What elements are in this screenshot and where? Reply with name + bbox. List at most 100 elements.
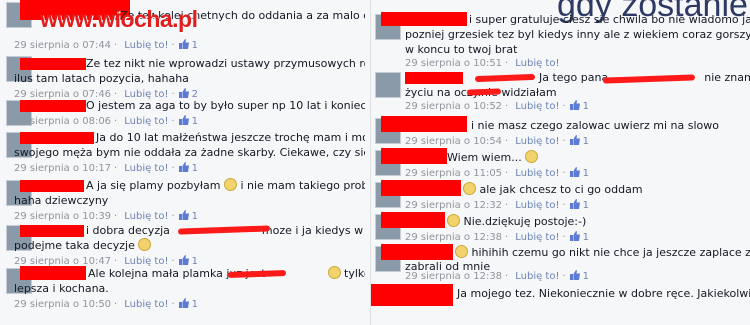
- like-count[interactable]: 1: [192, 116, 198, 127]
- like-button[interactable]: Lubię to!: [515, 271, 559, 282]
- thumbs-up-icon: [569, 100, 580, 110]
- comment-item: A ja się plamy pozbyłam i nie mam takieg…: [0, 178, 365, 223]
- comment-timestamp[interactable]: 29 sierpnia o 10:50: [14, 299, 111, 310]
- like-count[interactable]: 1: [192, 299, 198, 310]
- comment-text: hihihih czemu go nikt nie chce ja jeszcz…: [455, 245, 750, 260]
- comment-text-part: podejme taka decyzje: [14, 239, 135, 252]
- comment-text: O jestem za aga to by było super np 10 l…: [86, 99, 365, 112]
- comment-meta: 29 sierpnia o 12:38 · Lubię to! · 1: [405, 269, 589, 282]
- like-button[interactable]: Lubię to!: [515, 168, 559, 179]
- comment-timestamp[interactable]: 29 sierpnia o 12:38: [405, 271, 502, 282]
- like-button[interactable]: Lubię to!: [515, 232, 559, 243]
- comment-item: i nie masz czego zalowac uwierz mi na sl…: [371, 116, 750, 147]
- comment-timestamp[interactable]: 29 sierpnia o 11:05: [405, 168, 502, 179]
- separator: ·: [562, 232, 566, 243]
- redacted-author-name: [20, 132, 94, 144]
- comment-text-part: hihihih czemu go nikt nie chce ja jeszcz…: [471, 246, 750, 259]
- separator: ·: [114, 299, 118, 310]
- like-count[interactable]: 1: [583, 200, 589, 211]
- redacted-author-name: [371, 284, 453, 306]
- comment-meta: 29 sierpnia o 10:51 · Lubię to!: [405, 58, 559, 69]
- comment-meta: 29 sierpnia o 11:05 · Lubię to! · 1: [405, 166, 589, 179]
- comment-text-part: ale jak chcesz to ci go oddam: [479, 183, 643, 196]
- comment-timestamp[interactable]: 29 sierpnia o 10:51: [405, 58, 502, 69]
- comment-text-part: A ja się plamy pozbyłam: [86, 179, 221, 192]
- comment-text: podejme taka decyzje: [14, 238, 152, 253]
- comment-text-part: tylko: [344, 267, 365, 280]
- comment-text: lepsza i kochana.: [14, 282, 109, 295]
- thumbs-up-icon: [178, 210, 189, 220]
- avatar[interactable]: [375, 72, 401, 98]
- separator: ·: [171, 299, 175, 310]
- separator: ·: [505, 101, 509, 112]
- comment-timestamp[interactable]: 29 sierpnia o 10:52: [405, 101, 502, 112]
- redaction-scribble: [474, 73, 536, 83]
- comment-text: pozniej grzesiek tez byl kiedys inny ale…: [405, 28, 750, 41]
- like-button[interactable]: Lubię to!: [124, 211, 168, 222]
- comment-timestamp[interactable]: 29 sierpnia o 10:17: [14, 163, 111, 174]
- comment-meta: 29 sierpnia o 10:50 · Lubię to! · 1: [14, 297, 198, 310]
- separator: ·: [171, 163, 175, 174]
- comment-meta: 29 sierpnia o 10:39 · Lubię to! · 1: [14, 209, 198, 222]
- like-count[interactable]: 1: [583, 101, 589, 112]
- like-count[interactable]: 1: [583, 136, 589, 147]
- comment-meta: 29 sierpnia o 10:54 · Lubię to! · 1: [405, 134, 589, 147]
- separator: ·: [505, 200, 509, 211]
- comment-item: Nie.dziękuję postoje:-) 29 sierpnia o 12…: [371, 212, 750, 243]
- comment-timestamp[interactable]: 29 sierpnia o 12:32: [405, 200, 502, 211]
- comment-meta: 29 sierpnia o 10:17 · Lubię to! · 1: [14, 161, 198, 174]
- like-count[interactable]: 1: [583, 232, 589, 243]
- right-comment-column: gdy zostanie ona sama ze soba. Ja wolę ż…: [370, 0, 750, 325]
- like-count[interactable]: 1: [192, 211, 198, 222]
- smile-emoji-icon: [525, 150, 539, 163]
- comment-timestamp[interactable]: 29 sierpnia o 10:39: [14, 211, 111, 222]
- comment-text: Ale kolejna mała plamka juz jest tylko: [88, 266, 365, 281]
- comment-meta: 29 sierpnia o 08:06 · Lubię to! · 1: [14, 114, 198, 127]
- comment-timestamp[interactable]: 29 sierpnia o 08:06: [14, 116, 111, 127]
- smile-emoji-icon: [327, 266, 341, 279]
- like-button[interactable]: Lubię to!: [124, 163, 168, 174]
- thumbs-up-icon: [178, 298, 189, 308]
- comment-item: Ze tez nikt nie wprowadzi ustawy przymus…: [0, 50, 365, 100]
- comment-text: Ja do 10 lat małżeństwa jeszcze trochę m…: [96, 131, 365, 144]
- separator: ·: [562, 168, 566, 179]
- separator: ·: [171, 211, 175, 222]
- separator: ·: [505, 58, 509, 69]
- comment-text-part: i dobra decyzja: [86, 224, 170, 237]
- comment-item: Ja mojego tez. Niekoniecznie w dobre ręc…: [371, 284, 750, 325]
- comment-text: ale jak chcesz to ci go oddam: [463, 182, 643, 197]
- comment-text-part: moze i ja kiedys w koncu: [261, 224, 365, 237]
- comment-text: Ja mojego tez. Niekoniecznie w dobre ręc…: [457, 287, 750, 300]
- redacted-author-name: [381, 180, 461, 196]
- like-count[interactable]: 1: [583, 271, 589, 282]
- comment-text: w koncu to twoj brat: [405, 43, 518, 56]
- separator: ·: [505, 271, 509, 282]
- comment-item: Ja do 10 lat małżeństwa jeszcze trochę m…: [0, 130, 365, 178]
- comment-meta: 29 sierpnia o 12:32 · Lubię to! · 1: [405, 198, 589, 211]
- comment-timestamp[interactable]: 29 sierpnia o 12:38: [405, 232, 502, 243]
- comment-text-part: Ja tego pana: [539, 71, 609, 84]
- redacted-author-name: [20, 225, 84, 237]
- like-button[interactable]: Lubię to!: [515, 200, 559, 211]
- separator: ·: [562, 101, 566, 112]
- thumbs-up-icon: [569, 270, 580, 280]
- comment-item: O jestem za aga to by było super np 10 l…: [0, 98, 365, 130]
- thumbs-up-icon: [178, 162, 189, 172]
- thumbs-up-icon: [178, 39, 189, 49]
- redacted-author-name: [381, 116, 467, 132]
- comment-meta: 29 sierpnia o 12:38 · Lubię to! · 1: [405, 230, 589, 243]
- like-button[interactable]: Lubię to!: [124, 116, 168, 127]
- comment-text: i nie masz czego zalowac uwierz mi na sl…: [471, 119, 719, 132]
- comment-timestamp[interactable]: 29 sierpnia o 10:54: [405, 136, 502, 147]
- separator: ·: [114, 116, 118, 127]
- like-button[interactable]: Lubię to!: [515, 136, 559, 147]
- comment-text-part: nie znam w: [704, 71, 750, 84]
- like-count[interactable]: 1: [583, 168, 589, 179]
- like-button[interactable]: Lubię to!: [124, 299, 168, 310]
- like-button[interactable]: Lubię to!: [515, 101, 559, 112]
- separator: ·: [114, 163, 118, 174]
- thumbs-up-icon: [569, 135, 580, 145]
- smile-emoji-icon: [463, 182, 476, 195]
- like-count[interactable]: 1: [192, 163, 198, 174]
- like-button[interactable]: Lubię to!: [515, 58, 559, 69]
